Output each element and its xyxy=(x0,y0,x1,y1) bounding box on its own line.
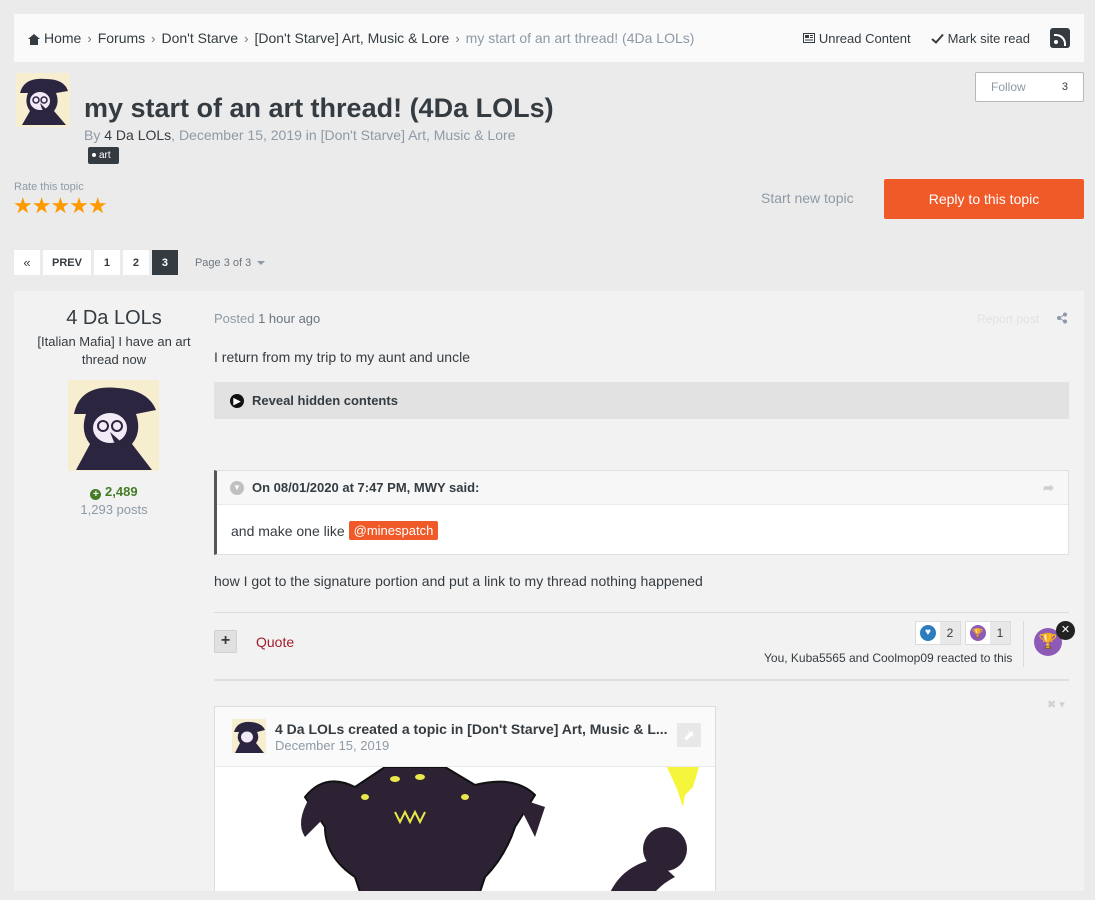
quote-header[interactable]: ▼ On 08/01/2020 at 7:47 PM, MWY said: ➦ xyxy=(217,471,1068,505)
embedded-topic-card[interactable]: 4 Da LOLs created a topic in [Don't Star… xyxy=(214,706,716,891)
quote-button[interactable]: Quote xyxy=(256,634,294,650)
page-1-button[interactable]: 1 xyxy=(93,250,120,275)
signature-options-icon[interactable]: ✖ ▾ xyxy=(1047,698,1065,711)
page-2-button[interactable]: 2 xyxy=(122,250,149,275)
breadcrumb-bar: Home › Forums › Don't Starve › [Don't St… xyxy=(14,14,1084,62)
reveal-label: Reveal hidden contents xyxy=(252,393,398,408)
follow-label: Follow xyxy=(991,80,1026,94)
newspaper-icon xyxy=(802,33,815,43)
byline-author-link[interactable]: 4 Da LOLs xyxy=(104,127,171,143)
home-icon[interactable] xyxy=(28,33,40,45)
chevron-right-circle-icon: ▶ xyxy=(230,393,244,408)
unread-content-label: Unread Content xyxy=(818,30,911,46)
reactions: ♥ 2 🏆 1 xyxy=(915,621,1011,645)
share-arrow-icon[interactable]: ➦ xyxy=(1043,480,1054,496)
rate-topic-label: Rate this topic xyxy=(14,181,84,193)
post-text-1: I return from my trip to my aunt and unc… xyxy=(214,349,470,365)
mark-site-read-link[interactable]: Mark site read xyxy=(930,30,1030,46)
chevron-right-icon: › xyxy=(244,30,249,46)
divider xyxy=(214,612,1069,613)
post-count: 1,293 posts xyxy=(80,502,148,517)
post-timestamp: Posted 1 hour ago xyxy=(214,311,320,326)
byline-date-forum: , December 15, 2019 in [Don't Starve] Ar… xyxy=(171,127,516,143)
signature-divider xyxy=(214,679,1069,681)
close-icon[interactable]: ✕ xyxy=(1056,621,1075,640)
quote-block: ▼ On 08/01/2020 at 7:47 PM, MWY said: ➦ … xyxy=(214,470,1069,555)
share-icon[interactable] xyxy=(1056,312,1068,324)
first-page-button[interactable]: « xyxy=(14,250,40,275)
pagination: « PREV 1 2 3 Page 3 of 3 xyxy=(14,250,266,275)
chevron-right-icon: › xyxy=(151,30,156,46)
breadcrumb-art-forum[interactable]: [Don't Starve] Art, Music & Lore xyxy=(254,30,449,46)
embed-date: December 15, 2019 xyxy=(275,738,390,753)
post-author-avatar[interactable] xyxy=(68,380,159,471)
divider xyxy=(1023,621,1024,667)
breadcrumb-current: my start of an art thread! (4Da LOLs) xyxy=(465,30,695,46)
page-of-label: Page 3 of 3 xyxy=(194,256,252,269)
topic-author-avatar[interactable] xyxy=(16,73,70,127)
embed-title[interactable]: 4 Da LOLs created a topic in [Don't Star… xyxy=(275,721,675,737)
chevron-down-icon[interactable]: ▼ xyxy=(230,480,244,495)
reaction-like[interactable]: ♥ 2 xyxy=(915,621,961,645)
rss-icon[interactable] xyxy=(1050,28,1070,48)
posted-prefix: Posted xyxy=(214,311,259,326)
reveal-hidden-contents[interactable]: ▶ Reveal hidden contents xyxy=(214,382,1069,419)
reaction-trophy-count: 1 xyxy=(990,622,1010,644)
breadcrumb: Home › Forums › Don't Starve › [Don't St… xyxy=(28,30,694,46)
quote-citation: On 08/01/2020 at 7:47 PM, MWY said: xyxy=(252,480,480,495)
follow-button[interactable]: Follow 3 xyxy=(975,72,1084,102)
breadcrumb-dont-starve[interactable]: Don't Starve xyxy=(162,30,239,46)
follow-count: 3 xyxy=(1061,81,1068,93)
heart-icon: ♥ xyxy=(920,625,936,641)
page-jump-dropdown[interactable]: Page 3 of 3 xyxy=(194,256,266,269)
breadcrumb-forums[interactable]: Forums xyxy=(98,30,145,46)
report-post-link[interactable]: Report post xyxy=(977,312,1039,326)
reaction-like-count: 2 xyxy=(940,622,960,644)
reaction-trophy[interactable]: 🏆 1 xyxy=(965,621,1011,645)
reputation-badge: + 2,489 xyxy=(14,484,214,500)
byline-prefix: By xyxy=(84,127,105,143)
prev-page-button[interactable]: PREV xyxy=(43,250,91,275)
unread-content-link[interactable]: Unread Content xyxy=(802,30,911,46)
external-link-icon[interactable]: ⬈ xyxy=(677,723,701,747)
tag-art[interactable]: art xyxy=(88,147,119,164)
post-author-title: [Italian Mafia] I have an art thread now xyxy=(37,334,191,367)
topic-title: my start of an art thread! (4Da LOLs) xyxy=(84,93,554,123)
post: 4 Da LOLs [Italian Mafia] I have an art … xyxy=(14,291,1084,891)
embed-header: 4 Da LOLs created a topic in [Don't Star… xyxy=(215,707,715,767)
post-text-2: how I got to the signature portion and p… xyxy=(214,573,703,589)
posted-time[interactable]: 1 hour ago xyxy=(258,311,320,326)
plus-circle-icon: + xyxy=(90,489,102,500)
start-new-topic-link[interactable]: Start new topic xyxy=(761,190,854,206)
embed-avatar xyxy=(232,719,266,753)
chevron-right-icon: › xyxy=(455,30,460,46)
quote-body: and make one like @minespatch xyxy=(217,505,1068,540)
quote-text: and make one like xyxy=(231,522,345,539)
check-icon xyxy=(930,33,944,44)
caret-down-icon xyxy=(257,260,266,265)
embed-artwork-image xyxy=(215,767,715,891)
chevron-right-icon: › xyxy=(87,30,92,46)
reputation-value: 2,489 xyxy=(105,484,138,499)
mention-link[interactable]: @minespatch xyxy=(348,521,439,540)
reply-to-topic-button[interactable]: Reply to this topic xyxy=(884,179,1084,219)
post-author-name[interactable]: 4 Da LOLs xyxy=(14,307,214,330)
page-3-button[interactable]: 3 xyxy=(151,250,178,275)
trophy-icon: 🏆 xyxy=(970,625,986,641)
breadcrumb-actions: Unread Content Mark site read xyxy=(802,28,1070,48)
reaction-summary[interactable]: You, Kuba5565 and Coolmop09 reacted to t… xyxy=(764,651,1012,665)
multiquote-add-button[interactable]: + xyxy=(214,630,237,653)
star-rating[interactable]: ★★★★★ xyxy=(13,193,108,219)
breadcrumb-home[interactable]: Home xyxy=(44,30,81,46)
mark-site-read-label: Mark site read xyxy=(947,30,1030,46)
topic-byline: By 4 Da LOLs, December 15, 2019 in [Don'… xyxy=(84,127,515,143)
